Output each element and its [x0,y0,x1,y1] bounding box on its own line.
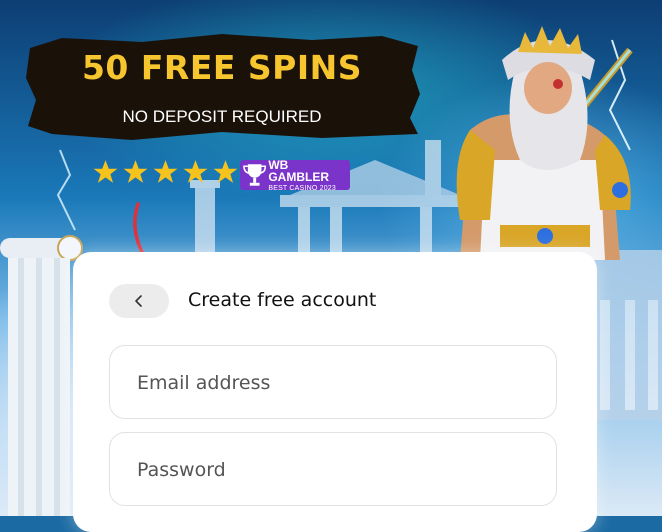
email-field[interactable] [109,345,557,420]
zeus-character-illustration [447,26,633,273]
star-icon [123,160,148,183]
signup-card: Create free account [73,252,597,532]
promo-title: 50 FREE SPINS [81,48,363,87]
password-field[interactable] [109,432,557,507]
star-icon [153,160,178,183]
promo-subtitle: NO DEPOSIT REQUIRED [122,107,322,126]
star-icon [213,160,238,183]
rating-stars [92,159,239,185]
award-badge: WB GAMBLER BEST CASINO 2023 [240,157,350,192]
back-button[interactable] [109,284,169,318]
award-subtitle: BEST CASINO 2023 [268,184,336,192]
chevron-left-icon [135,295,142,307]
star-icon [93,160,118,183]
promo-banner: 50 FREE SPINS NO DEPOSIT REQUIRED [22,30,422,142]
award-title: WB GAMBLER [268,157,329,184]
form-title: Create free account [188,289,377,311]
trophy-icon [243,164,267,186]
email-input[interactable] [135,346,539,420]
password-input[interactable] [135,433,539,507]
star-icon [183,160,208,183]
